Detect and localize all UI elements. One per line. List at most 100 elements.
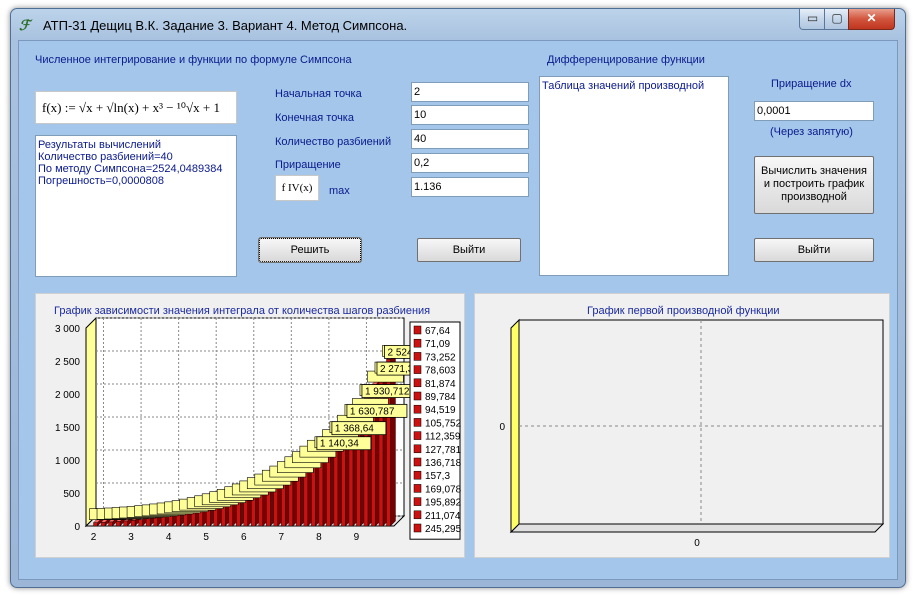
legend-swatch [413, 484, 422, 493]
legend-swatch [413, 418, 422, 427]
legend-entry: 81,874 [425, 379, 456, 390]
formula-text: f(x) := √x + √ln(x) + x³ − ¹⁰√x + 1 [42, 100, 220, 115]
bar [175, 514, 181, 527]
x-tick-label: 7 [279, 532, 285, 543]
legend-swatch [413, 457, 422, 467]
x-tick-label: 8 [316, 532, 322, 543]
derivative-table-title: Таблица значений производной [542, 80, 705, 92]
results-line: Количество разбиений=40 [38, 151, 173, 163]
legend-swatch [413, 470, 422, 480]
y-tick-label: 0 [499, 422, 505, 433]
derivative-table[interactable]: Таблица значений производной [539, 76, 729, 276]
integral-chart-panel: График зависимости значения интеграла от… [35, 293, 465, 558]
max-field[interactable]: 1.136 [411, 177, 529, 197]
start-label: Начальная точка [275, 88, 362, 100]
x-tick-label: 5 [203, 532, 209, 543]
bar [100, 522, 106, 527]
solve-button[interactable]: Решить [258, 237, 362, 263]
data-label: 1 140,34 [320, 439, 359, 450]
legend-swatch [413, 338, 422, 348]
legend-entry: 71,09 [425, 339, 450, 350]
legend-entry: 157,3 [425, 471, 450, 482]
maximize-button[interactable]: ▢ [824, 9, 850, 30]
data-label: 1 930,712 [365, 387, 410, 398]
bar [160, 516, 166, 527]
bar [153, 517, 158, 527]
start-field[interactable]: 2 [411, 82, 529, 102]
y-tick-label: 2 500 [55, 357, 80, 368]
x-tick-label: 4 [166, 532, 172, 543]
results-memo[interactable]: Результаты вычислений Количество разбиени… [35, 135, 237, 277]
legend-swatch [413, 431, 422, 440]
legend-entry: 169,078 [425, 484, 462, 495]
legend-entry: 112,359 [425, 432, 461, 443]
bar [138, 519, 143, 527]
x-tick-label: 3 [128, 532, 134, 543]
end-label: Конечная точка [275, 112, 354, 124]
y-tick-label: 1 000 [55, 456, 80, 467]
title-bar[interactable]: ℱ АТП-31 Дещиц В.К. Задание 3. Вариант 4… [11, 9, 905, 41]
dx-field[interactable]: 0,0001 [754, 101, 874, 121]
window-title: АТП-31 Дещиц В.К. Задание 3. Вариант 4. … [43, 18, 408, 33]
splits-field[interactable]: 40 [411, 129, 529, 149]
legend-swatch [413, 510, 422, 520]
differentiation-heading: Дифференцирование функции [547, 54, 705, 66]
bar [108, 521, 113, 527]
x-tick-label: 0 [694, 538, 700, 549]
y-tick-label: 500 [63, 489, 80, 500]
y-tick-label: 2 000 [55, 390, 80, 401]
y-tick-label: 1 500 [55, 423, 80, 434]
legend-swatch [413, 378, 422, 388]
exit-integration-button[interactable]: Выйти [417, 238, 521, 262]
x-tick-label: 9 [354, 532, 360, 543]
app-icon: ℱ [19, 17, 31, 33]
formula-image: f(x) := √x + √ln(x) + x³ − ¹⁰√x + 1 [35, 91, 237, 124]
dx-label: Приращение dx [771, 78, 852, 90]
plot-left-wall [510, 318, 520, 534]
legend-entry: 78,603 [425, 366, 456, 377]
app-window: ℱ АТП-31 Дещиц В.К. Задание 3. Вариант 4… [10, 8, 906, 588]
bar [93, 522, 98, 527]
legend-entry: 67,64 [425, 326, 450, 337]
derivative-chart-panel: График первой производной функции 00 [474, 293, 890, 558]
results-line: Погрешность=0,0000808 [38, 175, 164, 187]
legend-entry: 195,892 [425, 498, 462, 509]
legend-swatch [413, 352, 422, 361]
legend-entry: 89,784 [425, 392, 456, 403]
legend-swatch [413, 391, 422, 401]
client-area: Численное интегрирование и функции по фо… [18, 40, 898, 580]
y-tick-label: 3 000 [55, 324, 80, 335]
legend-entry: 245,295 [425, 524, 462, 535]
legend-entry: 94,519 [425, 405, 456, 416]
data-label: 1 630,787 [350, 406, 395, 417]
derivative-chart: 00 [499, 318, 885, 549]
legend-entry: 127,781 [425, 445, 462, 456]
integral-chart: 0 500 1 000 1 500 2 000 2 500 3 000 2 3 4 5 6 7 8 9 1 6… [55, 316, 462, 543]
legend-swatch [413, 365, 422, 374]
step-field[interactable]: 0,2 [411, 153, 529, 173]
bar [115, 521, 121, 527]
step-label: Приращение [275, 159, 341, 171]
x-tick-label: 2 [91, 532, 97, 543]
legend-swatch [413, 325, 422, 335]
close-button[interactable]: ✕ [848, 9, 895, 30]
bar [168, 515, 173, 527]
y-tick-label: 0 [74, 522, 80, 533]
plot-left-wall [85, 316, 97, 528]
bar [130, 520, 136, 527]
fourth-derivative-image: f IV(x) [275, 175, 319, 201]
legend-entry: 211,074 [425, 511, 461, 522]
legend-entry: 136,718 [425, 458, 462, 469]
integration-heading: Численное интегрирование и функции по фо… [35, 54, 352, 66]
bar [145, 518, 151, 527]
exit-differentiation-button[interactable]: Выйти [754, 238, 874, 262]
compute-derivative-button[interactable]: Вычислить значения и построить график пр… [754, 156, 874, 214]
max-label: max [329, 185, 350, 197]
bar [123, 520, 128, 527]
dx-hint: (Через запятую) [770, 126, 853, 138]
results-line: Результаты вычислений [38, 139, 162, 151]
minimize-button[interactable]: ▭ [799, 9, 826, 30]
splits-label: Количество разбиений [275, 136, 392, 148]
results-line: По методу Симпсона=2524,0489384 [38, 163, 223, 175]
end-field[interactable]: 10 [411, 105, 529, 125]
